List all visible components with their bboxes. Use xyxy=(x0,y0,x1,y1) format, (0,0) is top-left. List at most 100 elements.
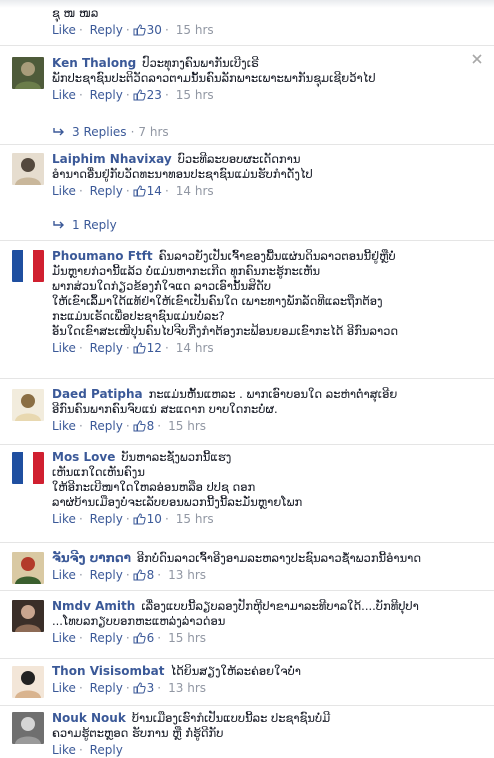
reply-button[interactable]: Reply xyxy=(90,568,123,582)
reply-arrow-icon xyxy=(53,221,64,229)
reply-button[interactable]: Reply xyxy=(90,681,123,695)
comment-actions: Like · Reply · 3 · 13 hrs xyxy=(52,681,206,695)
reply-button[interactable]: Reply xyxy=(90,743,123,757)
avatar[interactable] xyxy=(12,250,44,282)
comment-author[interactable]: Laiphim Nhavixay xyxy=(52,152,172,166)
avatar[interactable] xyxy=(12,666,44,698)
comment-author[interactable]: Nouk Nouk xyxy=(52,711,126,725)
comment-author[interactable]: Ken Thalong xyxy=(52,56,136,70)
comment-author[interactable]: Mos Love xyxy=(52,450,115,464)
comment-timestamp[interactable]: 15 hrs xyxy=(168,419,206,433)
avatar[interactable] xyxy=(12,57,44,89)
like-button[interactable]: Like xyxy=(52,88,76,102)
comment-text: ອຳນາດອື່ນຢູ່ກັບວັດທະນາທອນປະຊາຊົນແມ່ນຮັບກ… xyxy=(52,167,313,181)
comment-author[interactable]: Nmdv Amith xyxy=(52,599,135,613)
like-button[interactable]: Like xyxy=(52,341,76,355)
comment-text: ເລື່ອງແບບນີ້ລຽບລອງປັກຫີຸປາຂາມາລະທີບາລໃດ້… xyxy=(141,599,419,613)
avatar[interactable] xyxy=(12,712,44,744)
like-count[interactable]: 10 xyxy=(133,512,162,526)
avatar[interactable] xyxy=(12,600,44,632)
comment-actions: Like · Reply · 8 · 13 hrs xyxy=(52,568,206,582)
comment-item: Daed Patipha ກະແມ່ນຫັ້ນແຫລະ . ພາກເອົາບອນໃ… xyxy=(0,378,494,445)
comment-item: ຊຸ ໜ ໜລ Like · Reply · 30 · 15 hrs xyxy=(0,0,494,45)
like-button[interactable]: Like xyxy=(52,631,76,645)
like-button[interactable]: Like xyxy=(52,568,76,582)
comment-actions: Like · Reply · 23 · 15 hrs xyxy=(52,88,214,102)
replies-timestamp: 7 hrs xyxy=(138,125,169,139)
like-count[interactable]: 8 xyxy=(133,419,154,433)
like-button[interactable]: Like xyxy=(52,681,76,695)
comment-text: ປົວະທຸກງຄົນພາກັນເບີງເຣີ xyxy=(142,56,259,70)
reply-button[interactable]: Reply xyxy=(90,184,123,198)
avatar[interactable] xyxy=(12,389,44,421)
comment-text: ໄດ້ຍິນສຽງໃຫ້ລະຄ່ອຍໃຈບໍ່າ xyxy=(170,664,301,678)
avatar[interactable] xyxy=(12,153,44,185)
reply-arrow-icon xyxy=(53,128,64,136)
comment-text: ກະແມ່ນຫັ້ນແຫລະ . ພາກເອົາບອນໃດ ລະຫ່າຕ່ຳສຸ… xyxy=(148,387,398,401)
like-count[interactable]: 23 xyxy=(133,88,162,102)
comment-body: Daed Patipha ກະແມ່ນຫັ້ນແຫລະ . ພາກເອົາບອນໃ… xyxy=(52,387,470,434)
comment-body: Phoumano Ftft ຄົນລາວຍັງເປັນເຈົ້າຂອງພື້ນແຜ… xyxy=(52,249,470,356)
like-button[interactable]: Like xyxy=(52,743,76,757)
reply-button[interactable]: Reply xyxy=(90,23,123,37)
like-count[interactable]: 8 xyxy=(133,568,154,582)
comment-text: ອັນໃດເຂົາສະເໜີປຸນຄົນໄປຈີບກີ່ງກຳຕ້ອງກະຟ້ອ… xyxy=(52,324,399,338)
comment-text: ກະແມ່ນເຣັດເພື່ອປະຊາຊົນແມ່ນບໍ່ລະ? xyxy=(52,309,225,323)
reply-button[interactable]: Reply xyxy=(90,631,123,645)
comment-text: ຄົນລາວຍັງເປັນເຈົ້າຂອງພື້ນແຜ່ນດິນລາວຕອນນີ… xyxy=(158,249,396,263)
avatar[interactable] xyxy=(12,552,44,584)
comment-text: ໃຫ້ອີກະເບີໜາໃດໃຫລອ່ອນຫລືອ ປປຊ ດອກ xyxy=(52,480,256,494)
reply-button[interactable]: Reply xyxy=(90,88,123,102)
comment-body: Nmdv Amith ເລື່ອງແບບນີ້ລຽບລອງປັກຫີຸປາຂາມາ… xyxy=(52,599,470,646)
comment-text: ອີກົນຄົນພາກຄົນຈົບແນ່ ສະແດາກ ບາບໃດກະບໍ່ຜ. xyxy=(52,402,278,416)
comment-text: ພັກປະຊາຊົນປະຕິວັດລາວຕາມນັ້ນຄົນລັກພາະເພາະ… xyxy=(52,71,376,85)
comment-item: Mos Love ບັນຫາລະຊັ່ງພວກນີ້ແຮງ ເຫັນແກໃດເຫັນ… xyxy=(0,444,494,543)
like-thumb-icon xyxy=(133,513,146,525)
comment-text: ອີກບໍ່ດົນລາວເຈົ້າອີງອາມລະຫລາງປະຊົນລາວຊ້ຳ… xyxy=(136,551,422,565)
comment-body: Thon Visisombat ໄດ້ຍິນສຽງໃຫ້ລະຄ່ອຍໃຈບໍ່າ … xyxy=(52,664,470,696)
like-count[interactable]: 14 xyxy=(133,184,162,198)
comment-timestamp[interactable]: 14 hrs xyxy=(176,184,214,198)
comment-timestamp[interactable]: 13 hrs xyxy=(168,568,206,582)
like-button[interactable]: Like xyxy=(52,512,76,526)
reply-button[interactable]: Reply xyxy=(90,341,123,355)
comment-timestamp[interactable]: 15 hrs xyxy=(176,88,214,102)
reply-button[interactable]: Reply xyxy=(90,419,123,433)
comment-item: Thon Visisombat ໄດ້ຍິນສຽງໃຫ້ລະຄ່ອຍໃຈບໍ່າ … xyxy=(0,658,494,706)
comment-body: Mos Love ບັນຫາລະຊັ່ງພວກນີ້ແຮງ ເຫັນແກໃດເຫັນ… xyxy=(52,450,470,527)
like-thumb-icon xyxy=(133,569,146,581)
comment-item: Phoumano Ftft ຄົນລາວຍັງເປັນເຈົ້າຂອງພື້ນແຜ… xyxy=(0,240,494,379)
comment-actions: Like · Reply · 6 · 15 hrs xyxy=(52,631,206,645)
comment-timestamp[interactable]: 13 hrs xyxy=(168,681,206,695)
comment-author[interactable]: Daed Patipha xyxy=(52,387,143,401)
comment-author[interactable]: Thon Visisombat xyxy=(52,664,164,678)
comment-item: Ken Thalong ປົວະທຸກງຄົນພາກັນເບີງເຣີ ພັກປະຊ… xyxy=(0,45,494,145)
like-count[interactable]: 3 xyxy=(133,681,154,695)
like-thumb-icon xyxy=(133,24,146,36)
like-thumb-icon xyxy=(133,632,146,644)
comment-actions: Like · Reply · 10 · 15 hrs xyxy=(52,512,214,526)
comment-timestamp[interactable]: 15 hrs xyxy=(176,512,214,526)
comment-text: ບັນຫາລະຊັ່ງພວກນີ້ແຮງ xyxy=(121,450,232,464)
reply-button[interactable]: Reply xyxy=(90,512,123,526)
like-button[interactable]: Like xyxy=(52,419,76,433)
comment-timestamp[interactable]: 14 hrs xyxy=(176,341,214,355)
like-count[interactable]: 6 xyxy=(133,631,154,645)
comment-author[interactable]: Phoumano Ftft xyxy=(52,249,153,263)
comment-item: Nouk Nouk ບ້ານເມືອງເຮົາກໍເປັນແບບນີ້ລະ ປະຊ… xyxy=(0,705,494,757)
comment-actions: Like · Reply · 30 · 15 hrs xyxy=(52,23,214,37)
comment-text: ບ້ານເມືອງເຮົາກໍເປັນແບບນີ້ລະ ປະຊາຊົນບໍ່ມີ xyxy=(131,711,331,725)
like-count[interactable]: 30 xyxy=(133,23,162,37)
comment-text: ຄວາມຮູ້ຕະຫຼອດ ຮັບການ ຫຼື ກໍ່ຮູ້ດີກັບ xyxy=(52,726,224,740)
view-replies-link[interactable]: 3 Replies · 7 hrs xyxy=(52,125,169,139)
like-button[interactable]: Like xyxy=(52,184,76,198)
view-replies-link[interactable]: 1 Reply xyxy=(52,218,117,232)
like-thumb-icon xyxy=(133,342,146,354)
comment-text: ລາຜ່ບ້ານເມືອງບໍ່ຈະເລັບຍອນພວກນີ້ງນີ້ລະມັ່… xyxy=(52,495,303,509)
like-button[interactable]: Like xyxy=(52,23,76,37)
like-count[interactable]: 12 xyxy=(133,341,162,355)
comment-author[interactable]: ຈັນຈີງ ບາກດາ xyxy=(52,551,131,565)
comment-timestamp[interactable]: 15 hrs xyxy=(168,631,206,645)
avatar[interactable] xyxy=(12,452,44,484)
comment-timestamp[interactable]: 15 hrs xyxy=(176,23,214,37)
